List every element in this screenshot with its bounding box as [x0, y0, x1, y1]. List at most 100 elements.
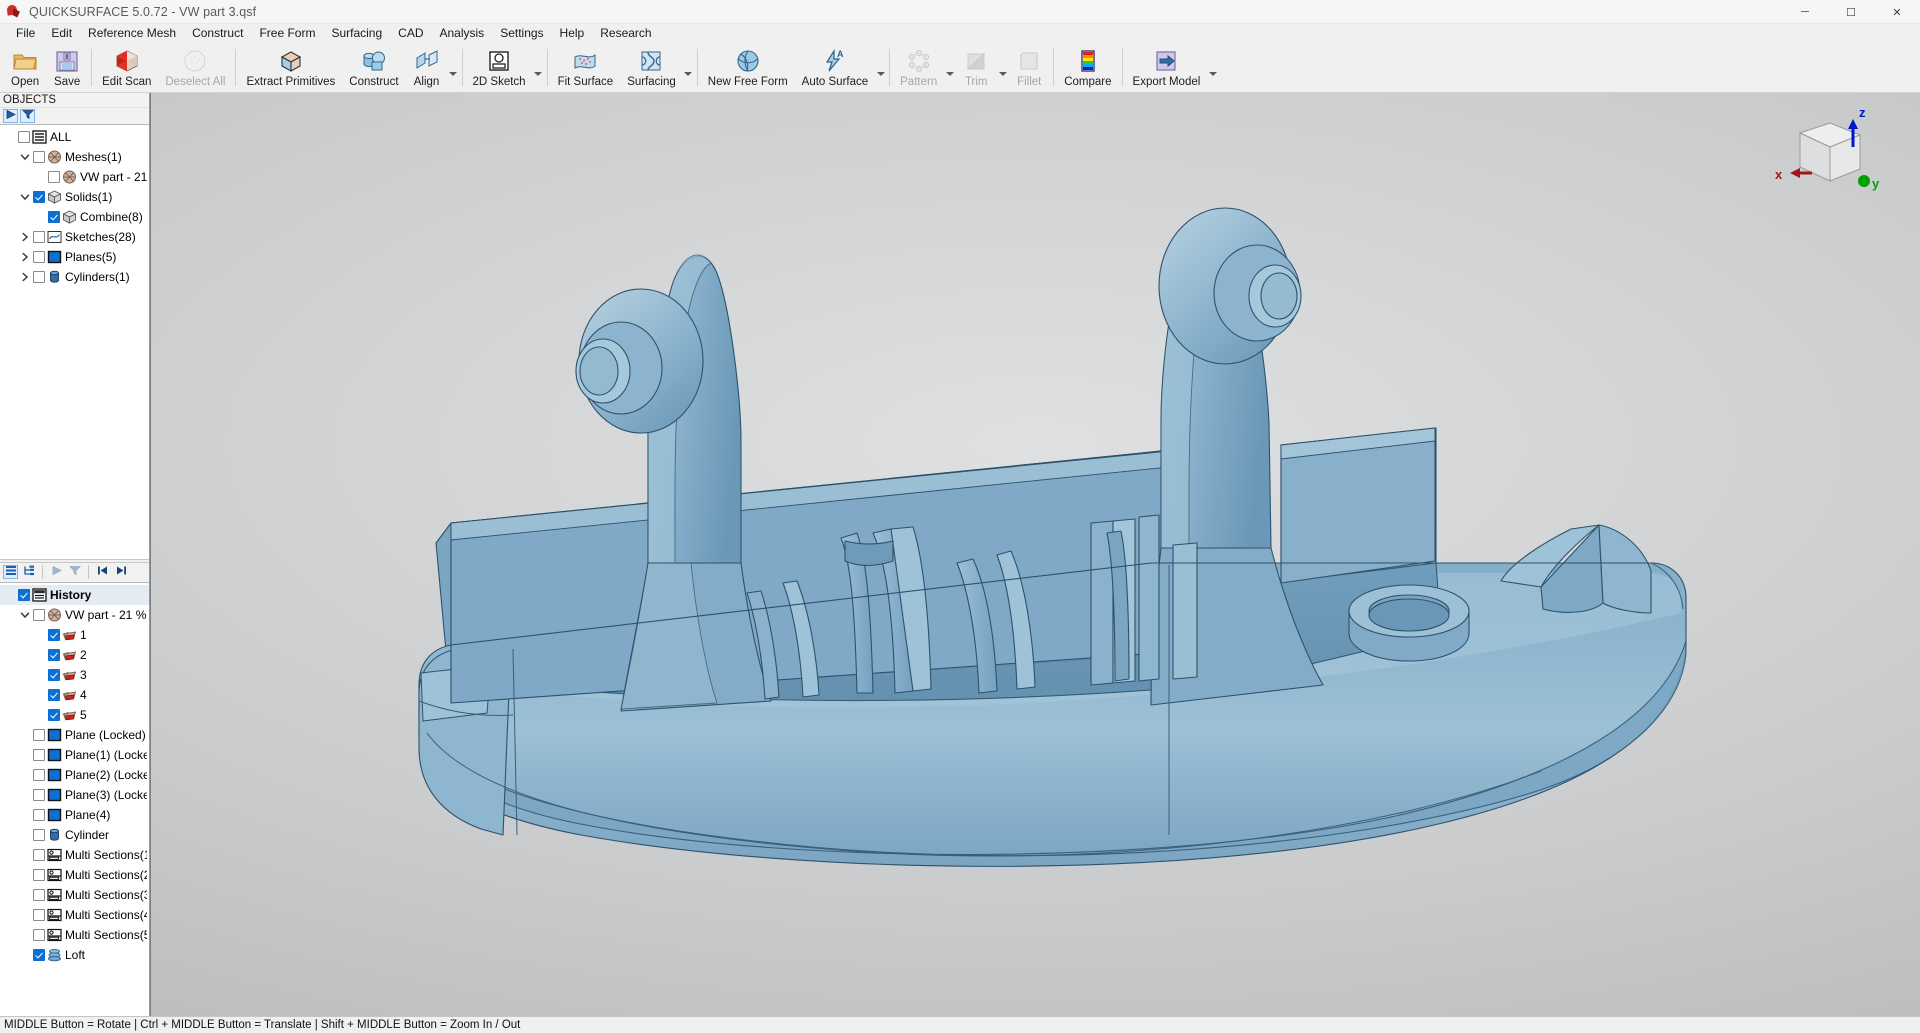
menu-item-research[interactable]: Research — [592, 24, 659, 43]
tree-item-cylinders-1[interactable]: Cylinders(1) — [0, 267, 149, 287]
tree-item-all[interactable]: ALL — [0, 127, 149, 147]
tree-item-checkbox[interactable] — [48, 689, 60, 701]
maximize-button[interactable]: ☐ — [1828, 0, 1874, 24]
tree-item-multi-sections-1[interactable]: Multi Sections(1) — [0, 845, 149, 865]
tree-item-solids-1[interactable]: Solids(1) — [0, 187, 149, 207]
tree-item-checkbox[interactable] — [33, 849, 45, 861]
tree-item-checkbox[interactable] — [48, 709, 60, 721]
tree-item-checkbox[interactable] — [48, 629, 60, 641]
chevron-right-icon[interactable] — [17, 232, 33, 242]
expand-tree-button[interactable] — [3, 109, 18, 123]
tree-item-plane-locked[interactable]: Plane (Locked) — [0, 725, 149, 745]
toolbar-dropdown-surfacing[interactable] — [683, 44, 694, 92]
tree-item-checkbox[interactable] — [33, 251, 45, 263]
toolbar-button-new-free-form[interactable]: New Free Form — [701, 44, 795, 92]
toolbar-button-auto-surface[interactable]: AAuto Surface — [795, 44, 875, 92]
tree-item-checkbox[interactable] — [33, 769, 45, 781]
tree-item-cylinder[interactable]: Cylinder — [0, 825, 149, 845]
tree-item-1[interactable]: 1 — [0, 625, 149, 645]
toolbar-dropdown-2d-sketch[interactable] — [533, 44, 544, 92]
tree-item-combine-8[interactable]: Combine(8) — [0, 207, 149, 227]
toolbar-dropdown-align[interactable] — [448, 44, 459, 92]
menu-item-analysis[interactable]: Analysis — [432, 24, 493, 43]
3d-viewport[interactable]: z x y — [150, 93, 1920, 1016]
toolbar-button-fit-surface[interactable]: Fit Surface — [551, 44, 621, 92]
menu-item-file[interactable]: File — [8, 24, 43, 43]
tree-item-checkbox[interactable] — [18, 131, 30, 143]
chevron-down-icon[interactable] — [17, 152, 33, 162]
tree-item-plane-3-locked[interactable]: Plane(3) (Locked) — [0, 785, 149, 805]
toolbar-dropdown-auto-surface[interactable] — [875, 44, 886, 92]
tree-item-checkbox[interactable] — [33, 231, 45, 243]
tree-item-multi-sections-3[interactable]: Multi Sections(3) — [0, 885, 149, 905]
tree-item-checkbox[interactable] — [33, 869, 45, 881]
tree-item-checkbox[interactable] — [33, 271, 45, 283]
menu-item-help[interactable]: Help — [552, 24, 593, 43]
tree-item-checkbox[interactable] — [33, 191, 45, 203]
tree-item-meshes-1[interactable]: Meshes(1) — [0, 147, 149, 167]
tree-item-4[interactable]: 4 — [0, 685, 149, 705]
tree-item-checkbox[interactable] — [33, 889, 45, 901]
tree-item-2[interactable]: 2 — [0, 645, 149, 665]
tree-item-vw-part-21[interactable]: VW part - 21 % — [0, 605, 149, 625]
menu-item-construct[interactable]: Construct — [184, 24, 251, 43]
toolbar-button-edit-scan[interactable]: Edit Scan — [95, 44, 158, 92]
menu-item-settings[interactable]: Settings — [492, 24, 551, 43]
tree-item-checkbox[interactable] — [33, 729, 45, 741]
menu-item-reference-mesh[interactable]: Reference Mesh — [80, 24, 184, 43]
toolbar-button-compare[interactable]: Compare — [1057, 44, 1118, 92]
chevron-right-icon[interactable] — [17, 252, 33, 262]
tree-item-checkbox[interactable] — [18, 589, 30, 601]
toolbar-dropdown-trim[interactable] — [997, 44, 1008, 92]
toolbar-button-2d-sketch[interactable]: 2D Sketch — [466, 44, 533, 92]
menu-item-edit[interactable]: Edit — [43, 24, 80, 43]
filter-tree-button[interactable] — [20, 109, 35, 123]
tree-item-loft[interactable]: Loft — [0, 945, 149, 965]
toolbar-button-save[interactable]: Save — [46, 44, 88, 92]
chevron-down-icon[interactable] — [17, 610, 33, 620]
tree-item-checkbox[interactable] — [33, 809, 45, 821]
tree-item-checkbox[interactable] — [33, 949, 45, 961]
tree-item-checkbox[interactable] — [48, 649, 60, 661]
tree-item-checkbox[interactable] — [33, 151, 45, 163]
tree-item-multi-sections-5[interactable]: Multi Sections(5) — [0, 925, 149, 945]
tree-item-checkbox[interactable] — [33, 829, 45, 841]
tree-item-multi-sections-4[interactable]: Multi Sections(4) — [0, 905, 149, 925]
chevron-right-icon[interactable] — [17, 272, 33, 282]
tree-item-checkbox[interactable] — [48, 171, 60, 183]
toolbar-button-open[interactable]: Open — [4, 44, 46, 92]
3d-model-render[interactable] — [151, 93, 1920, 1016]
flat-list-view-button[interactable] — [3, 565, 18, 579]
menu-item-surfacing[interactable]: Surfacing — [323, 24, 390, 43]
objects-tree[interactable]: ALL Meshes(1) VW part - 21 % (T: Solids(… — [0, 125, 149, 559]
tree-item-checkbox[interactable] — [33, 789, 45, 801]
menu-item-free-form[interactable]: Free Form — [251, 24, 323, 43]
toolbar-dropdown-export-model[interactable] — [1207, 44, 1218, 92]
tree-item-vw-part-21-t[interactable]: VW part - 21 % (T: — [0, 167, 149, 187]
tree-item-checkbox[interactable] — [48, 211, 60, 223]
tree-item-plane-1-locked[interactable]: Plane(1) (Locked) — [0, 745, 149, 765]
tree-item-checkbox[interactable] — [33, 609, 45, 621]
toolbar-button-extract-primitives[interactable]: Extract Primitives — [239, 44, 342, 92]
tree-view-button[interactable] — [21, 565, 36, 579]
forward-end-button[interactable] — [113, 565, 128, 579]
tree-item-checkbox[interactable] — [33, 929, 45, 941]
tree-item-3[interactable]: 3 — [0, 665, 149, 685]
tree-item-history[interactable]: History — [0, 585, 149, 605]
tree-item-plane-4[interactable]: Plane(4) — [0, 805, 149, 825]
rewind-start-button[interactable] — [95, 565, 110, 579]
history-tree[interactable]: History VW part - 21 % 1 2 3 4 — [0, 583, 149, 1017]
tree-item-plane-2-locked[interactable]: Plane(2) (Locked) — [0, 765, 149, 785]
tree-item-sketches-28[interactable]: Sketches(28) — [0, 227, 149, 247]
tree-item-checkbox[interactable] — [33, 909, 45, 921]
toolbar-dropdown-pattern[interactable] — [944, 44, 955, 92]
tree-item-checkbox[interactable] — [33, 749, 45, 761]
tree-item-planes-5[interactable]: Planes(5) — [0, 247, 149, 267]
toolbar-button-construct[interactable]: Construct — [342, 44, 405, 92]
toolbar-button-surfacing[interactable]: Surfacing — [620, 44, 683, 92]
tree-item-checkbox[interactable] — [48, 669, 60, 681]
toolbar-button-align[interactable]: Align — [406, 44, 448, 92]
tree-item-5[interactable]: 5 — [0, 705, 149, 725]
chevron-down-icon[interactable] — [17, 192, 33, 202]
menu-item-cad[interactable]: CAD — [390, 24, 431, 43]
